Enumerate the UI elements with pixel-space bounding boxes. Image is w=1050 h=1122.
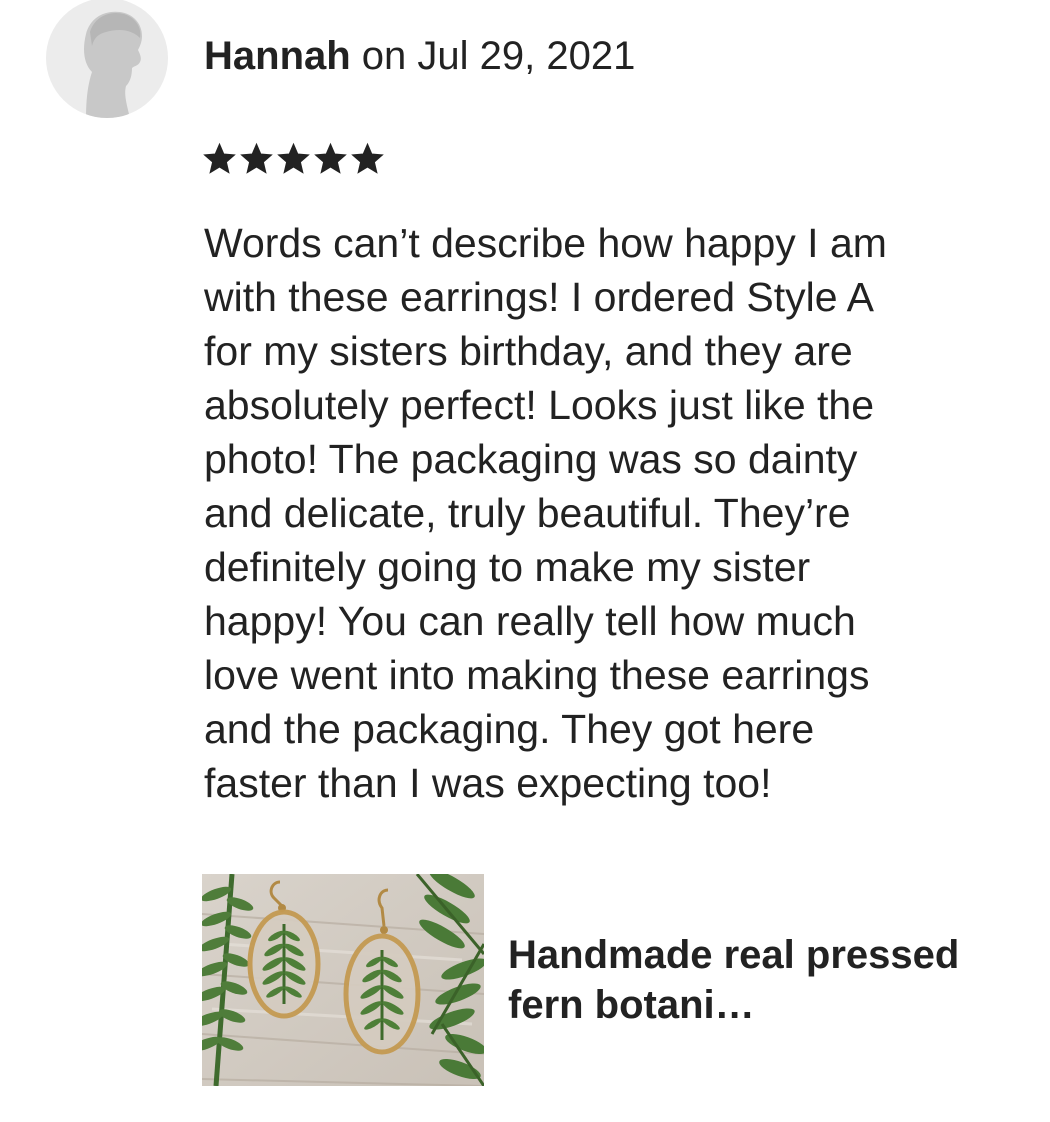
review-date: on Jul 29, 2021 [350, 34, 636, 78]
star-icon [240, 142, 273, 174]
reviewer-avatar[interactable] [46, 0, 168, 118]
product-link[interactable]: Handmade real pressed fern botani… [202, 874, 1002, 1086]
star-icon [314, 142, 347, 174]
reviewer-name[interactable]: Hannah [204, 34, 351, 78]
product-thumbnail[interactable] [202, 874, 484, 1086]
star-icon [351, 142, 384, 174]
fern-earrings-photo-icon [202, 874, 484, 1086]
star-rating [202, 142, 385, 176]
review-text: Words can’t describe how happy I am with… [204, 220, 887, 806]
star-icon [203, 142, 236, 174]
default-user-avatar-icon [84, 11, 142, 118]
product-title[interactable]: Handmade real pressed fern botani… [508, 930, 978, 1030]
review-header: Hannah on Jul 29, 2021 [204, 32, 635, 80]
star-icon [277, 142, 310, 174]
